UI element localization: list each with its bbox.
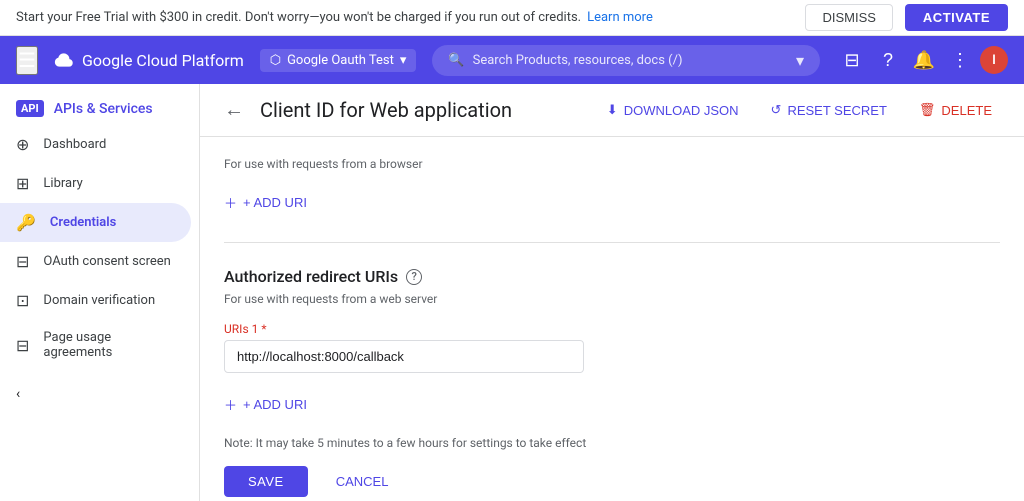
download-icon: ⬇ <box>607 102 618 118</box>
cancel-button[interactable]: CANCEL <box>320 466 405 497</box>
learn-more-link[interactable]: Learn more <box>587 10 653 25</box>
credentials-icon: 🔑 <box>16 213 36 232</box>
page-usage-icon: ⊟ <box>16 336 29 355</box>
chevron-down-icon: ▾ <box>400 53 407 68</box>
oauth-icon: ⊟ <box>16 252 29 271</box>
section-divider <box>224 242 1000 243</box>
header-icons: ⊟ ? 🔔 ⋮ I <box>836 44 1008 76</box>
main-content: ← Client ID for Web application ⬇ DOWNLO… <box>200 84 1024 501</box>
sidebar-item-label: Library <box>43 176 82 191</box>
download-json-button[interactable]: ⬇ DOWNLOAD JSON <box>599 96 747 124</box>
avatar[interactable]: I <box>980 46 1008 74</box>
dashboard-icon: ⊕ <box>16 135 29 154</box>
more-options-icon[interactable]: ⋮ <box>944 44 976 76</box>
project-icon: ⬡ <box>270 53 281 68</box>
sidebar-item-domain[interactable]: ⊡ Domain verification <box>0 281 191 320</box>
search-expand-icon: ▾ <box>796 51 804 70</box>
sidebar-item-label: Domain verification <box>43 293 155 308</box>
sidebar: API APIs & Services ⊕ Dashboard ⊞ Librar… <box>0 84 200 501</box>
banner-text: Start your Free Trial with $300 in credi… <box>16 10 581 25</box>
redirect-uris-subtitle: For use with requests from a web server <box>224 292 1000 306</box>
cloud-icon <box>54 50 74 70</box>
logo-text: Google Cloud Platform <box>82 51 244 70</box>
reset-secret-label: RESET SECRET <box>787 103 886 118</box>
save-button[interactable]: SAVE <box>224 466 308 497</box>
delete-button[interactable]: 🗑 DELETE <box>911 96 1000 124</box>
banner-actions: DISMISS ACTIVATE <box>805 4 1008 31</box>
sidebar-item-oauth[interactable]: ⊟ OAuth consent screen <box>0 242 191 281</box>
authorized-redirect-uris-section: Authorized redirect URIs ? For use with … <box>224 247 1000 501</box>
trial-banner: Start your Free Trial with $300 in credi… <box>0 0 1024 36</box>
redirect-uris-title-text: Authorized redirect URIs <box>224 267 398 286</box>
settings-note: Note: It may take 5 minutes to a few hou… <box>224 436 1000 450</box>
app-header: ☰ Google Cloud Platform ⬡ Google Oauth T… <box>0 36 1024 84</box>
menu-icon[interactable]: ☰ <box>16 46 38 75</box>
reset-icon: ↺ <box>771 102 782 118</box>
js-origins-subtitle: For use with requests from a browser <box>224 157 1000 171</box>
sidebar-item-library[interactable]: ⊞ Library <box>0 164 191 203</box>
redirect-uris-help-icon[interactable]: ? <box>406 269 422 285</box>
authorized-js-origins-section: For use with requests from a browser ＋ +… <box>224 137 1000 238</box>
delete-icon: 🗑 <box>919 102 936 118</box>
uri-input[interactable] <box>224 340 584 373</box>
activate-button[interactable]: ACTIVATE <box>905 4 1008 31</box>
add-redirect-uri-label: + ADD URI <box>243 397 307 412</box>
project-selector[interactable]: ⬡ Google Oauth Test ▾ <box>260 49 417 72</box>
delete-label: DELETE <box>941 103 992 118</box>
sidebar-collapse[interactable]: ‹ <box>0 370 199 418</box>
page-header: ← Client ID for Web application ⬇ DOWNLO… <box>200 84 1024 137</box>
banner-message: Start your Free Trial with $300 in credi… <box>16 10 653 25</box>
domain-icon: ⊡ <box>16 291 29 310</box>
page-title: Client ID for Web application <box>260 98 583 122</box>
api-badge: API <box>16 100 44 117</box>
form-actions: SAVE CANCEL <box>224 466 1000 497</box>
reset-secret-button[interactable]: ↺ RESET SECRET <box>763 96 895 124</box>
search-bar[interactable]: 🔍 Search Products, resources, docs (/) ▾ <box>432 45 820 76</box>
library-icon: ⊞ <box>16 174 29 193</box>
dismiss-button[interactable]: DISMISS <box>805 4 892 31</box>
search-icon: 🔍 <box>448 53 464 68</box>
sidebar-title: APIs & Services <box>54 101 153 117</box>
sidebar-item-label: Page usage agreements <box>43 330 175 360</box>
page-actions: ⬇ DOWNLOAD JSON ↺ RESET SECRET 🗑 DELETE <box>599 96 1000 124</box>
support-icon[interactable]: ⊟ <box>836 44 868 76</box>
uri-field-group: URIs 1 * <box>224 322 1000 373</box>
sidebar-item-page-usage[interactable]: ⊟ Page usage agreements <box>0 320 191 370</box>
uri-field-label-text: URIs 1 <box>224 322 258 336</box>
form-content: For use with requests from a browser ＋ +… <box>200 137 1024 501</box>
uri-field-label: URIs 1 * <box>224 322 1000 336</box>
add-redirect-uri-button[interactable]: ＋ + ADD URI <box>224 389 307 420</box>
sidebar-item-label: Credentials <box>50 215 116 230</box>
redirect-uris-title: Authorized redirect URIs ? <box>224 267 1000 286</box>
sidebar-item-label: OAuth consent screen <box>43 254 170 269</box>
download-json-label: DOWNLOAD JSON <box>624 103 739 118</box>
help-icon[interactable]: ? <box>872 44 904 76</box>
project-name: Google Oauth Test <box>287 53 394 68</box>
sidebar-item-dashboard[interactable]: ⊕ Dashboard <box>0 125 191 164</box>
add-redirect-uri-plus-icon: ＋ <box>224 395 237 414</box>
add-js-uri-button[interactable]: ＋ + ADD URI <box>224 187 307 218</box>
add-js-uri-label: + ADD URI <box>243 195 307 210</box>
add-js-uri-plus-icon: ＋ <box>224 193 237 212</box>
search-placeholder: Search Products, resources, docs (/) <box>473 53 683 68</box>
notifications-icon[interactable]: 🔔 <box>908 44 940 76</box>
sidebar-item-label: Dashboard <box>43 137 106 152</box>
app-layout: API APIs & Services ⊕ Dashboard ⊞ Librar… <box>0 84 1024 501</box>
sidebar-item-credentials[interactable]: 🔑 Credentials <box>0 203 191 242</box>
required-marker: * <box>261 322 266 336</box>
logo: Google Cloud Platform <box>54 50 244 70</box>
sidebar-header: API APIs & Services <box>0 84 199 125</box>
back-button[interactable]: ← <box>224 99 244 122</box>
collapse-icon: ‹ <box>16 386 20 402</box>
